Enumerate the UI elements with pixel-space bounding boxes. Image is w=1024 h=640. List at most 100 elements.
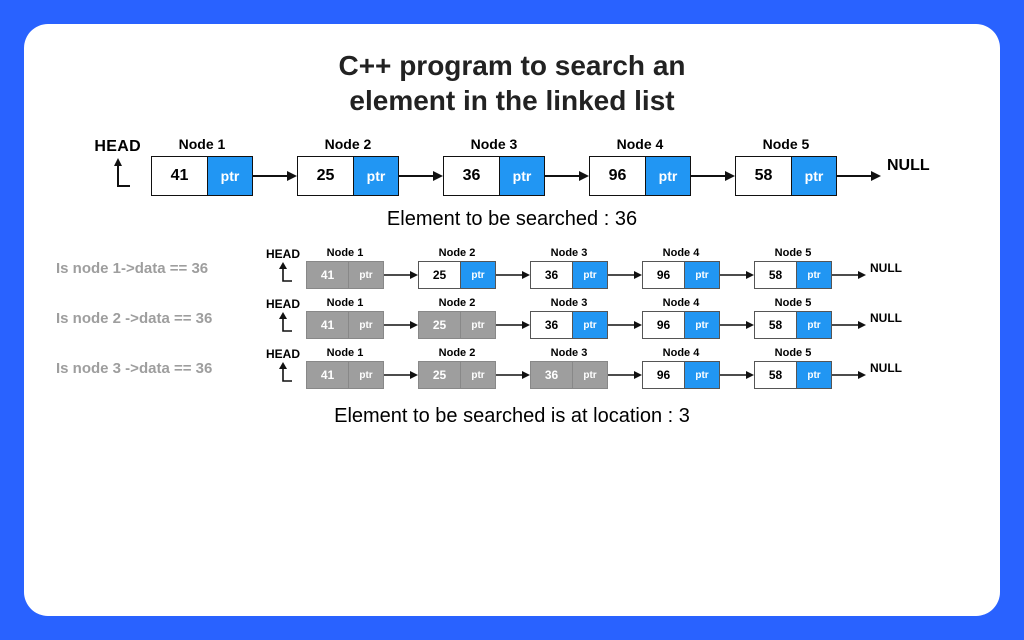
- node-box: 96 ptr: [642, 261, 720, 289]
- node-label: Node 2: [325, 136, 372, 152]
- node-ptr: ptr: [349, 262, 383, 288]
- node-label: Node 3: [471, 136, 518, 152]
- diagram-card: C++ program to search an element in the …: [24, 24, 1000, 616]
- null-label: NULL: [870, 311, 902, 325]
- null-label: NULL: [870, 361, 902, 375]
- node-box: 96 ptr: [642, 361, 720, 389]
- node-ptr: ptr: [646, 157, 690, 195]
- linked-list-step: HEAD Node 1 41 ptr Node 2 25 ptr No: [266, 297, 902, 339]
- node-box-visited: 25 ptr: [418, 311, 496, 339]
- node-ptr: ptr: [349, 312, 383, 338]
- node-label: Node 1: [327, 247, 364, 259]
- node-3: Node 3 36 ptr: [530, 347, 608, 389]
- node-4: Node 4 96 ptr: [589, 136, 691, 196]
- node-label: Node 1: [327, 297, 364, 309]
- arrow-icon: [691, 156, 735, 196]
- node-data: 96: [643, 262, 685, 288]
- head-arrow-icon: [272, 361, 294, 389]
- node-2: Node 2 25 ptr: [418, 247, 496, 289]
- page-title: C++ program to search an element in the …: [56, 48, 968, 118]
- node-label: Node 5: [775, 297, 812, 309]
- arrow-icon: [720, 361, 754, 389]
- node-4: Node 4 96 ptr: [642, 297, 720, 339]
- node-ptr: ptr: [208, 157, 252, 195]
- node-ptr: ptr: [685, 262, 719, 288]
- node-label: Node 4: [663, 347, 700, 359]
- node-ptr: ptr: [797, 262, 831, 288]
- node-data: 36: [531, 312, 573, 338]
- search-target-text: Element to be searched : 36: [56, 208, 968, 231]
- head-pointer: HEAD: [266, 247, 300, 289]
- arrow-icon: [832, 261, 866, 289]
- node-data: 96: [643, 312, 685, 338]
- node-data: 58: [755, 362, 797, 388]
- node-ptr: ptr: [685, 362, 719, 388]
- node-label: Node 5: [763, 136, 810, 152]
- node-data: 41: [307, 312, 349, 338]
- arrow-icon: [832, 311, 866, 339]
- head-label: HEAD: [94, 138, 141, 156]
- head-pointer: HEAD: [266, 347, 300, 389]
- node-box-visited: 25 ptr: [418, 361, 496, 389]
- node-ptr: ptr: [792, 157, 836, 195]
- node-label: Node 5: [775, 247, 812, 259]
- arrow-icon: [384, 261, 418, 289]
- node-label: Node 2: [439, 247, 476, 259]
- null-label: NULL: [887, 157, 930, 175]
- node-box-visited: 41 ptr: [306, 261, 384, 289]
- title-line-1: C++ program to search an: [338, 50, 685, 81]
- linked-list-main: HEAD Node 1 41 ptr Node 2 25 ptr: [56, 136, 968, 196]
- linked-list-step: HEAD Node 1 41 ptr Node 2 25 ptr No: [266, 247, 902, 289]
- step-row-3: Is node 3 ->data == 36 HEAD Node 1 41 pt…: [56, 347, 968, 389]
- arrow-icon: [837, 156, 881, 196]
- node-box: 96 ptr: [642, 311, 720, 339]
- node-5: Node 5 58 ptr: [735, 136, 837, 196]
- node-box-visited: 41 ptr: [306, 311, 384, 339]
- node-box: 25 ptr: [297, 156, 399, 196]
- node-5: Node 5 58 ptr: [754, 297, 832, 339]
- node-data: 25: [419, 262, 461, 288]
- node-2: Node 2 25 ptr: [418, 297, 496, 339]
- node-data: 36: [531, 262, 573, 288]
- node-3: Node 3 36 ptr: [443, 136, 545, 196]
- node-label: Node 1: [327, 347, 364, 359]
- arrow-icon: [496, 261, 530, 289]
- step-row-1: Is node 1->data == 36 HEAD Node 1 41 ptr…: [56, 247, 968, 289]
- node-3: Node 3 36 ptr: [530, 297, 608, 339]
- node-box: 36 ptr: [443, 156, 545, 196]
- node-1: Node 1 41 ptr: [306, 347, 384, 389]
- node-box: 58 ptr: [754, 261, 832, 289]
- node-4: Node 4 96 ptr: [642, 247, 720, 289]
- arrow-icon: [545, 156, 589, 196]
- arrow-icon: [720, 261, 754, 289]
- node-data: 58: [755, 262, 797, 288]
- arrow-icon: [399, 156, 443, 196]
- head-arrow-icon: [272, 261, 294, 289]
- node-ptr: ptr: [685, 312, 719, 338]
- step-question: Is node 3 ->data == 36: [56, 360, 266, 377]
- null-label: NULL: [870, 261, 902, 275]
- node-label: Node 4: [663, 247, 700, 259]
- arrow-icon: [384, 361, 418, 389]
- node-label: Node 4: [617, 136, 664, 152]
- node-data: 96: [590, 157, 646, 195]
- node-5: Node 5 58 ptr: [754, 347, 832, 389]
- node-1: Node 1 41 ptr: [306, 297, 384, 339]
- node-label: Node 4: [663, 297, 700, 309]
- node-box: 36 ptr: [530, 311, 608, 339]
- node-data: 58: [736, 157, 792, 195]
- step-question: Is node 2 ->data == 36: [56, 310, 266, 327]
- node-data: 36: [531, 362, 573, 388]
- arrow-icon: [496, 311, 530, 339]
- node-data: 58: [755, 312, 797, 338]
- node-data: 41: [307, 362, 349, 388]
- arrow-icon: [608, 261, 642, 289]
- arrow-icon: [720, 311, 754, 339]
- node-label: Node 2: [439, 297, 476, 309]
- node-data: 41: [307, 262, 349, 288]
- node-label: Node 5: [775, 347, 812, 359]
- node-box: 25 ptr: [418, 261, 496, 289]
- node-data: 41: [152, 157, 208, 195]
- node-4: Node 4 96 ptr: [642, 347, 720, 389]
- head-label: HEAD: [266, 247, 300, 261]
